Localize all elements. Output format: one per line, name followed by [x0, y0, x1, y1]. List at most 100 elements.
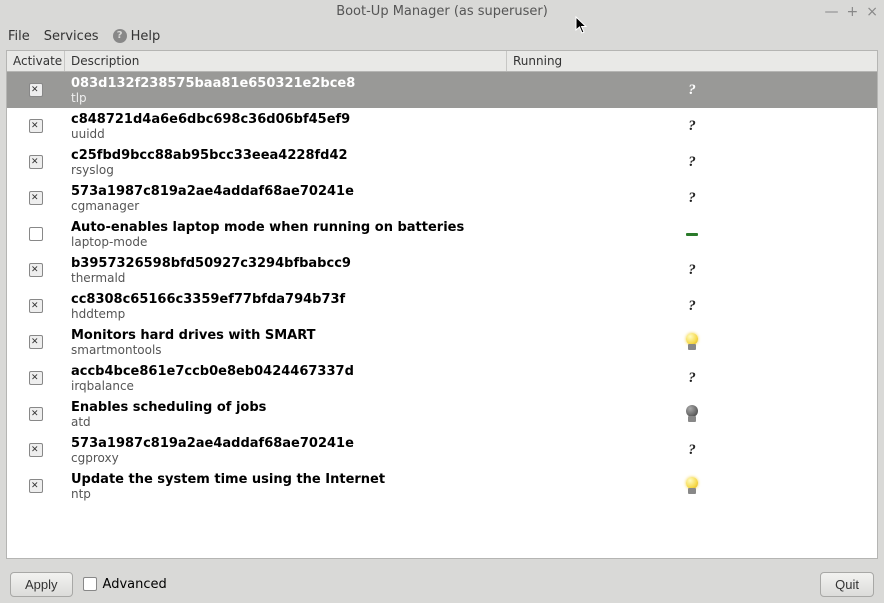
running-cell [507, 333, 877, 351]
activate-checkbox[interactable] [29, 371, 43, 385]
row-title: accb4bce861e7ccb0e8eb0424467337d [71, 364, 501, 379]
close-button[interactable]: × [866, 0, 878, 24]
running-cell [507, 405, 877, 423]
description-cell: cc8308c65166c3359ef77bfda794b73fhddtemp [65, 292, 507, 321]
running-cell [507, 233, 877, 236]
row-subtitle: cgproxy [71, 451, 501, 465]
row-subtitle: thermald [71, 271, 501, 285]
activate-checkbox[interactable] [29, 263, 43, 277]
table-row[interactable]: c25fbd9bcc88ab95bcc33eea4228fd42rsyslog? [7, 144, 877, 180]
description-cell: accb4bce861e7ccb0e8eb0424467337dirqbalan… [65, 364, 507, 393]
row-subtitle: cgmanager [71, 199, 501, 213]
row-subtitle: irqbalance [71, 379, 501, 393]
description-cell: 573a1987c819a2ae4addaf68ae70241ecgmanage… [65, 184, 507, 213]
row-subtitle: atd [71, 415, 501, 429]
row-title: Enables scheduling of jobs [71, 400, 501, 415]
activate-cell [7, 263, 65, 277]
running-cell: ? [507, 82, 877, 99]
description-cell: Monitors hard drives with SMARTsmartmont… [65, 328, 507, 357]
lightbulb-on-icon [685, 477, 699, 495]
window: Boot-Up Manager (as superuser) — + × Fil… [0, 0, 884, 603]
running-cell: ? [507, 370, 877, 387]
table-row[interactable]: b3957326598bfd50927c3294bfbabcc9thermald… [7, 252, 877, 288]
menu-help[interactable]: ? Help [113, 29, 161, 44]
table-row[interactable]: 083d132f238575baa81e650321e2bce8tlp? [7, 72, 877, 108]
activate-checkbox[interactable] [29, 479, 43, 493]
status-unknown-icon: ? [688, 370, 696, 387]
activate-checkbox[interactable] [29, 227, 43, 241]
table-body[interactable]: 083d132f238575baa81e650321e2bce8tlp?c848… [7, 72, 877, 558]
row-title: 573a1987c819a2ae4addaf68ae70241e [71, 184, 501, 199]
activate-cell [7, 191, 65, 205]
activate-cell [7, 299, 65, 313]
menu-services[interactable]: Services [44, 29, 99, 44]
row-subtitle: smartmontools [71, 343, 501, 357]
bottom-bar: Apply Advanced Quit [0, 565, 884, 603]
table-row[interactable]: Update the system time using the Interne… [7, 468, 877, 504]
row-subtitle: tlp [71, 91, 501, 105]
activate-cell [7, 479, 65, 493]
table-row[interactable]: 573a1987c819a2ae4addaf68ae70241ecgproxy? [7, 432, 877, 468]
description-cell: c848721d4a6e6dbc698c36d06bf45ef9uuidd [65, 112, 507, 141]
row-title: Monitors hard drives with SMART [71, 328, 501, 343]
menubar: File Services ? Help [0, 24, 884, 48]
description-cell: Enables scheduling of jobsatd [65, 400, 507, 429]
table-row[interactable]: Monitors hard drives with SMARTsmartmont… [7, 324, 877, 360]
row-title: Update the system time using the Interne… [71, 472, 501, 487]
quit-button[interactable]: Quit [820, 572, 874, 597]
menu-help-label: Help [131, 29, 161, 44]
activate-checkbox[interactable] [29, 155, 43, 169]
status-dash-icon [686, 233, 698, 236]
running-cell: ? [507, 190, 877, 207]
activate-checkbox[interactable] [29, 83, 43, 97]
status-unknown-icon: ? [688, 442, 696, 459]
row-title: b3957326598bfd50927c3294bfbabcc9 [71, 256, 501, 271]
table-header: Activate Description Running [7, 51, 877, 72]
activate-checkbox[interactable] [29, 335, 43, 349]
lightbulb-off-icon [685, 405, 699, 423]
activate-checkbox[interactable] [29, 119, 43, 133]
apply-button[interactable]: Apply [10, 572, 73, 597]
activate-cell [7, 119, 65, 133]
col-running[interactable]: Running [507, 51, 877, 71]
row-subtitle: hddtemp [71, 307, 501, 321]
table-row[interactable]: Auto-enables laptop mode when running on… [7, 216, 877, 252]
activate-cell [7, 335, 65, 349]
row-subtitle: uuidd [71, 127, 501, 141]
running-cell: ? [507, 118, 877, 135]
activate-cell [7, 83, 65, 97]
maximize-button[interactable]: + [847, 0, 859, 24]
lightbulb-on-icon [685, 333, 699, 351]
activate-cell [7, 371, 65, 385]
checkbox-icon [83, 577, 97, 591]
row-subtitle: laptop-mode [71, 235, 501, 249]
table-row[interactable]: Enables scheduling of jobsatd [7, 396, 877, 432]
menu-file[interactable]: File [8, 29, 30, 44]
running-cell: ? [507, 298, 877, 315]
activate-checkbox[interactable] [29, 191, 43, 205]
window-title: Boot-Up Manager (as superuser) [336, 4, 548, 19]
service-table: Activate Description Running 083d132f238… [6, 50, 878, 559]
table-row[interactable]: c848721d4a6e6dbc698c36d06bf45ef9uuidd? [7, 108, 877, 144]
running-cell: ? [507, 262, 877, 279]
row-title: Auto-enables laptop mode when running on… [71, 220, 501, 235]
table-row[interactable]: accb4bce861e7ccb0e8eb0424467337dirqbalan… [7, 360, 877, 396]
description-cell: 083d132f238575baa81e650321e2bce8tlp [65, 76, 507, 105]
table-row[interactable]: cc8308c65166c3359ef77bfda794b73fhddtemp? [7, 288, 877, 324]
col-description[interactable]: Description [65, 51, 507, 71]
activate-checkbox[interactable] [29, 299, 43, 313]
row-title: cc8308c65166c3359ef77bfda794b73f [71, 292, 501, 307]
row-title: c25fbd9bcc88ab95bcc33eea4228fd42 [71, 148, 501, 163]
col-activate[interactable]: Activate [7, 51, 65, 71]
row-title: 083d132f238575baa81e650321e2bce8 [71, 76, 501, 91]
table-row[interactable]: 573a1987c819a2ae4addaf68ae70241ecgmanage… [7, 180, 877, 216]
activate-checkbox[interactable] [29, 407, 43, 421]
activate-checkbox[interactable] [29, 443, 43, 457]
running-cell: ? [507, 442, 877, 459]
running-cell [507, 477, 877, 495]
advanced-checkbox[interactable]: Advanced [83, 577, 167, 592]
status-unknown-icon: ? [688, 190, 696, 207]
description-cell: Update the system time using the Interne… [65, 472, 507, 501]
help-icon: ? [113, 29, 127, 43]
minimize-button[interactable]: — [825, 0, 839, 24]
